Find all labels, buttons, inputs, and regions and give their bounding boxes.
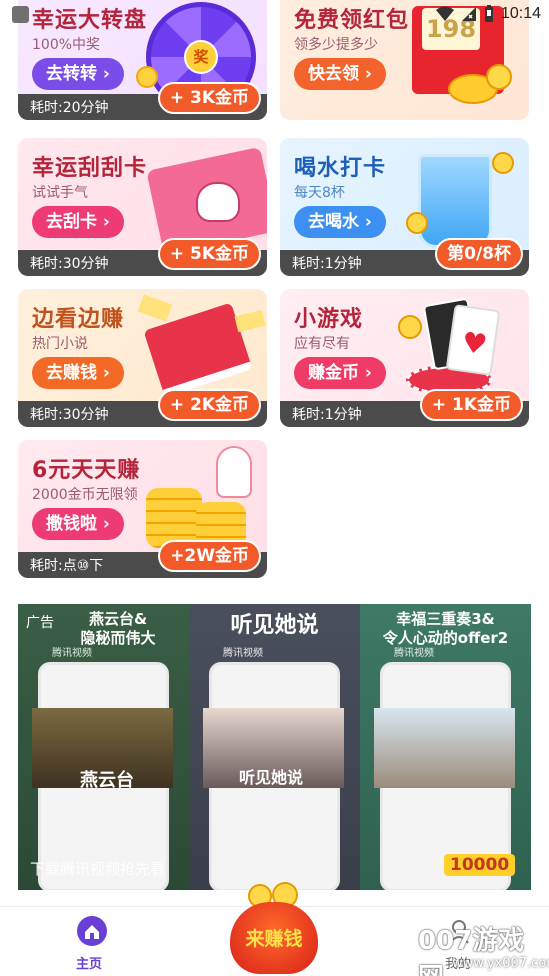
home-icon [77, 916, 107, 946]
coin-icon [486, 64, 512, 90]
drink-button[interactable]: 去喝水 › [294, 206, 386, 238]
battery-icon [484, 5, 493, 22]
app-screen: 10:14 奖 幸运大转盘 100%中奖 去转转 › 耗时:20分钟 + 3K金… [0, 0, 549, 976]
card-scratch[interactable]: 幸运刮刮卡 试试手气 去刮卡 › 耗时:30分钟 + 5K金币 [18, 138, 267, 276]
card-drink-water[interactable]: 喝水打卡 每天8杯 去喝水 › 耗时:1分钟 第0/8杯 [280, 138, 529, 276]
earn-button[interactable]: 撒钱啦 › [32, 508, 124, 540]
brand-label: 腾讯视频 [52, 648, 92, 659]
card-title: 喝水打卡 [294, 156, 387, 181]
ad-headline: 听见她说 [230, 613, 319, 638]
reward-badge: +2W金币 [158, 540, 261, 572]
card-daily-earn[interactable]: 6元天天赚 2000金币无限领 撒钱啦 › 耗时:点⑩下 +2W金币 [18, 440, 267, 578]
time-cost: 耗时:30分钟 [30, 256, 109, 272]
card-title: 小游戏 [294, 307, 364, 332]
card-subtitle: 热门小说 [32, 336, 88, 352]
reward-badge: 第0/8杯 [435, 238, 523, 270]
coin-icon [406, 212, 428, 234]
ad-panel-3[interactable]: 幸福三重奏3& 令人心动的offer2 腾讯视频 10000 [360, 604, 531, 890]
card-subtitle: 2000金币无限领 [32, 487, 138, 503]
card-title: 幸运刮刮卡 [32, 156, 148, 181]
ad-headline: 燕云台& 隐秘而伟大 [80, 610, 156, 647]
ad-panel-1[interactable]: 燕云台& 隐秘而伟大 广告 腾讯视频 燕云台 下载腾讯视频抢先看 [18, 604, 189, 890]
count-badge: 10000 [444, 854, 516, 876]
claim-button[interactable]: 快去领 › [294, 58, 386, 90]
reward-badge: + 5K金币 [157, 238, 261, 270]
coin-icon [398, 315, 422, 339]
earn-money-button[interactable]: 来赚钱 [224, 880, 324, 976]
ad-banner[interactable]: 燕云台& 隐秘而伟大 广告 腾讯视频 燕云台 下载腾讯视频抢先看 听见她说 腾讯… [18, 604, 531, 890]
card-subtitle: 试试手气 [32, 185, 88, 201]
earn-button[interactable]: 去赚钱 › [32, 357, 124, 389]
notification-icon [12, 6, 29, 23]
status-icons: 10:14 [435, 5, 541, 23]
character-icon [216, 446, 252, 498]
ad-cta[interactable]: 下载腾讯视频抢先看 [30, 858, 165, 879]
poster-title: 听见她说 [239, 768, 304, 787]
card-subtitle: 每天8杯 [294, 185, 345, 201]
nav-home[interactable] [72, 915, 112, 951]
earn-money-label: 来赚钱 [245, 928, 303, 950]
reward-badge: + 2K金币 [157, 389, 261, 421]
card-mini-games[interactable]: ♥ 小游戏 应有尽有 赚金币 › 耗时:1分钟 + 1K金币 [280, 289, 529, 427]
watermark-url: www.yx007.com [452, 956, 549, 971]
poster-title: 燕云台 [80, 770, 134, 791]
money-icon [137, 294, 173, 322]
hand-icon [196, 182, 240, 222]
heart-icon: ♥ [459, 325, 490, 362]
card-title: 边看边赚 [32, 307, 125, 332]
ad-panel-2[interactable]: 听见她说 腾讯视频 听见她说 [189, 604, 360, 890]
time-cost: 耗时:20分钟 [30, 100, 109, 116]
signal-icon [461, 7, 476, 21]
coin-stack-icon [146, 488, 202, 548]
play-button[interactable]: 赚金币 › [294, 357, 386, 389]
nav-home-label[interactable]: 主页 [76, 953, 102, 972]
card-title: 6元天天赚 [32, 458, 141, 483]
wifi-icon [435, 6, 454, 21]
money-icon [234, 309, 266, 333]
brand-label: 腾讯视频 [394, 648, 434, 659]
wheel-center: 奖 [184, 40, 218, 74]
coin-icon [136, 66, 158, 88]
time-cost: 耗时:1分钟 [292, 256, 362, 272]
time-cost: 耗时:1分钟 [292, 407, 362, 423]
ad-headline: 幸福三重奏3& 令人心动的offer2 [382, 610, 509, 647]
show-poster [374, 708, 515, 788]
card-subtitle: 100%中奖 [32, 37, 101, 53]
time-cost: 耗时:点⑩下 [30, 558, 104, 574]
reward-badge: + 3K金币 [157, 82, 261, 114]
scratch-button[interactable]: 去刮卡 › [32, 206, 124, 238]
status-bar: 10:14 [0, 0, 549, 32]
spin-button[interactable]: 去转转 › [32, 58, 124, 90]
brand-label: 腾讯视频 [223, 648, 263, 659]
reward-badge: + 1K金币 [419, 389, 523, 421]
card-subtitle: 应有尽有 [294, 336, 350, 352]
card-read-earn[interactable]: 边看边赚 热门小说 去赚钱 › 耗时:30分钟 + 2K金币 [18, 289, 267, 427]
clock: 10:14 [500, 5, 541, 22]
water-cup-illustration [418, 154, 492, 248]
time-cost: 耗时:30分钟 [30, 407, 109, 423]
card-subtitle: 领多少提多少 [294, 37, 378, 53]
coin-icon [492, 152, 514, 174]
ad-label: 广告 [26, 615, 54, 631]
